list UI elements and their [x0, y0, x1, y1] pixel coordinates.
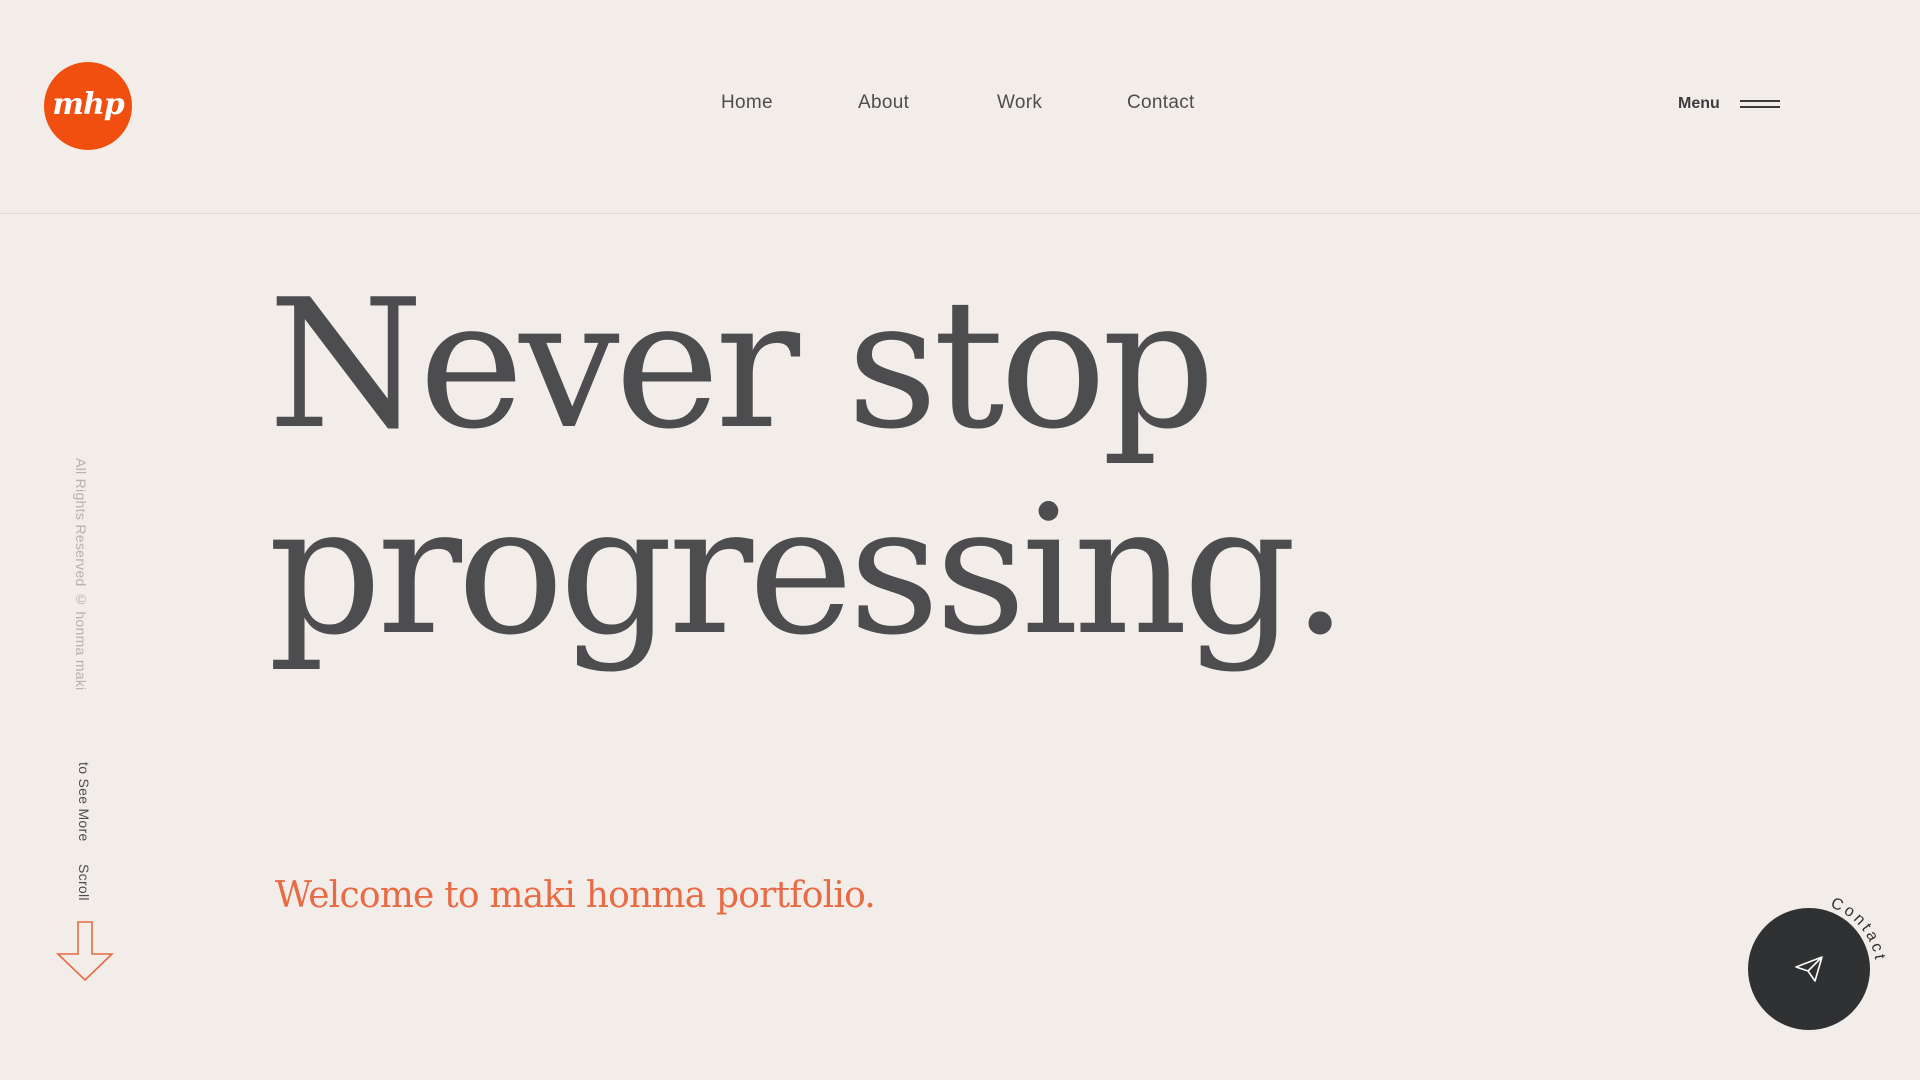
- nav-item-contact[interactable]: Contact: [1127, 92, 1195, 114]
- menu-label: Menu: [1678, 95, 1720, 112]
- hero-title: Never stop progressing.: [268, 261, 1348, 674]
- main-nav: Home About Work Contact: [0, 92, 1920, 120]
- scroll-hint-part-1: Scroll: [76, 863, 92, 901]
- site-header: mhp Home About Work Contact Menu: [0, 0, 1920, 214]
- hero-title-line-1: Never stop: [268, 261, 1216, 468]
- paper-plane-icon: [1795, 956, 1823, 982]
- hero-tagline: Welcome to maki honma portfolio.: [275, 875, 876, 916]
- hero-title-line-2: progressing.: [268, 467, 1348, 674]
- scroll-hint-part-2: to See More: [76, 762, 92, 842]
- contact-fab-button[interactable]: [1748, 908, 1870, 1030]
- copyright-text: All Rights Reserved © honma maki: [73, 458, 89, 691]
- nav-item-work[interactable]: Work: [997, 92, 1042, 114]
- menu-button[interactable]: Menu: [1678, 95, 1780, 113]
- nav-item-home[interactable]: Home: [721, 92, 773, 114]
- hamburger-icon: [1739, 98, 1780, 110]
- arrow-down-icon[interactable]: [54, 920, 116, 984]
- scroll-hint: to See More Scroll: [76, 762, 92, 901]
- nav-item-about[interactable]: About: [858, 92, 909, 114]
